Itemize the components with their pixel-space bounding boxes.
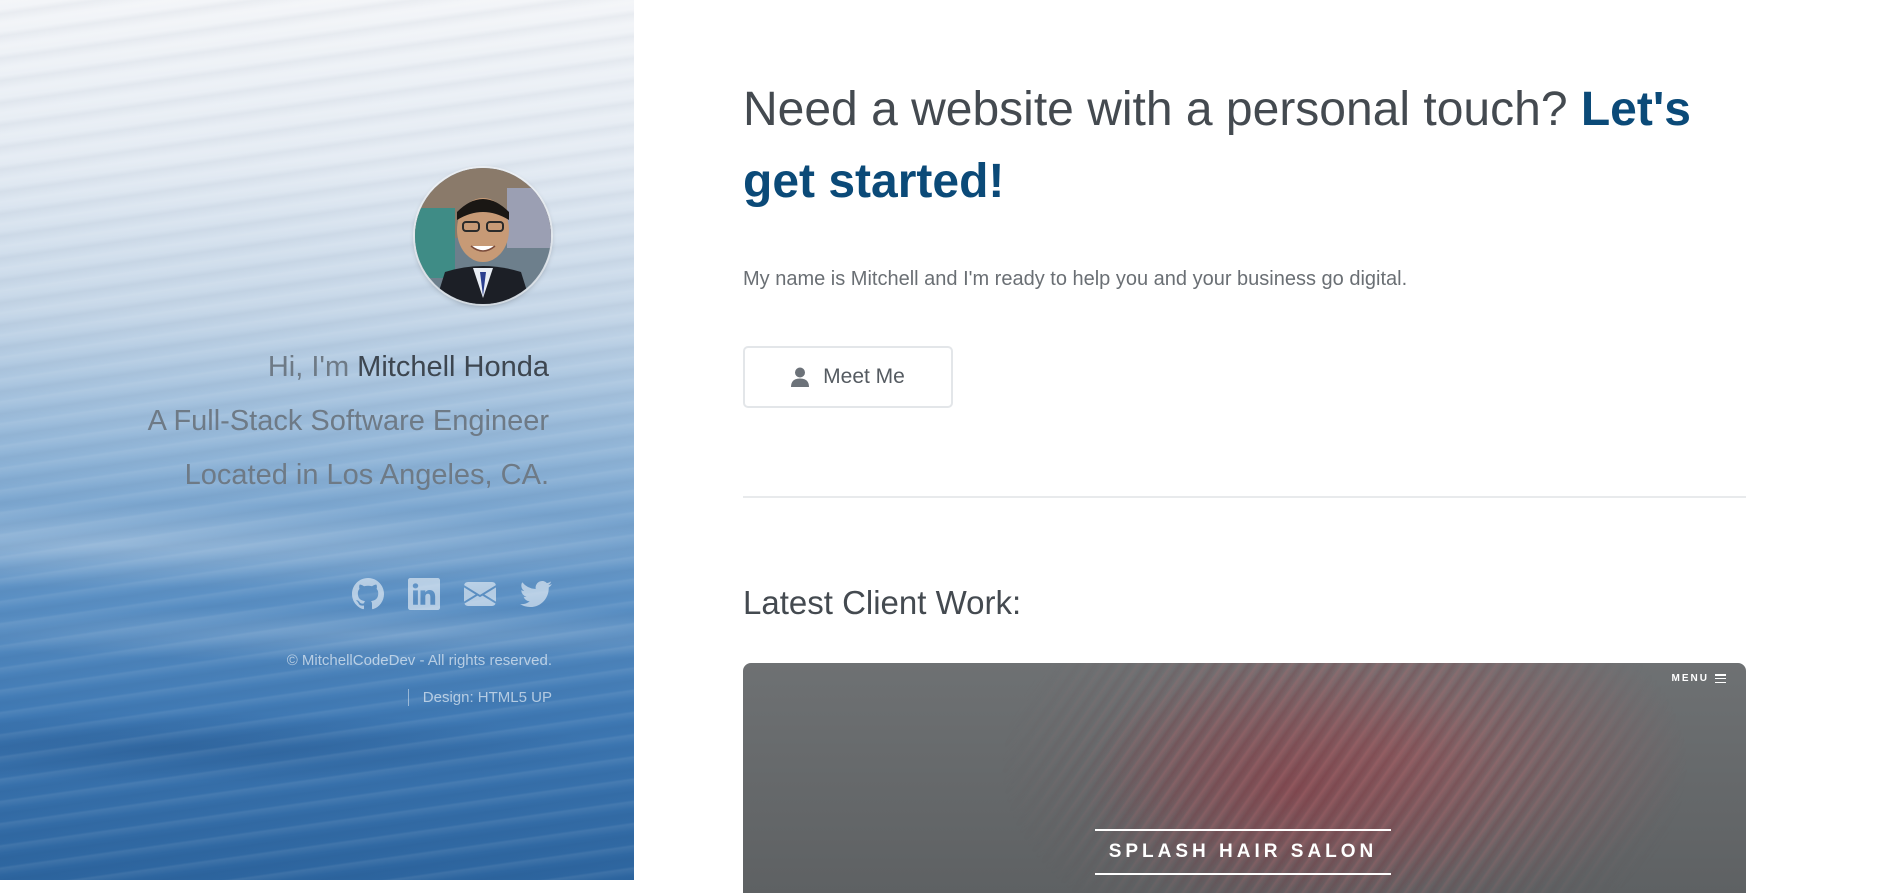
profile-location: Located in Los Angeles, CA. xyxy=(184,459,549,491)
page-headline: Need a website with a personal touch? Le… xyxy=(743,74,1746,218)
greeting-prefix: Hi, I'm xyxy=(267,351,350,383)
linkedin-icon[interactable] xyxy=(408,578,440,610)
social-links xyxy=(352,578,552,610)
headline-text: Need a website with a personal touch? xyxy=(743,83,1568,136)
profile-name: Mitchell Honda xyxy=(357,351,549,383)
preview-menu-label: MENU xyxy=(1671,673,1709,684)
intro-paragraph: My name is Mitchell and I'm ready to hel… xyxy=(743,268,1408,290)
hamburger-icon xyxy=(1715,674,1726,683)
email-icon[interactable] xyxy=(464,578,496,610)
meet-me-button[interactable]: Meet Me xyxy=(743,346,953,408)
avatar xyxy=(415,168,551,304)
profile-title: A Full-Stack Software Engineer xyxy=(147,405,549,437)
latest-work-heading: Latest Client Work: xyxy=(743,584,1022,621)
section-divider xyxy=(743,496,1746,498)
main-content: Need a website with a personal touch? Le… xyxy=(743,0,1746,893)
sidebar: Hi, I'm Mitchell Honda A Full-Stack Soft… xyxy=(0,0,634,880)
client-name: SPLASH HAIR SALON xyxy=(1108,841,1378,862)
copyright-text: © MitchellCodeDev - All rights reserved. xyxy=(286,652,552,669)
twitter-icon[interactable] xyxy=(520,578,552,610)
client-work-preview[interactable]: MENU SPLASH HAIR SALON xyxy=(743,663,1746,893)
user-icon xyxy=(791,367,810,387)
preview-menu: MENU xyxy=(1672,673,1726,684)
github-icon[interactable] xyxy=(352,578,384,610)
meet-me-label: Meet Me xyxy=(823,365,905,388)
greeting-line: Hi, I'm Mitchell Honda xyxy=(9,340,549,394)
client-name-banner: SPLASH HAIR SALON xyxy=(1095,829,1391,875)
design-credit-link[interactable]: Design: HTML5 UP xyxy=(407,689,552,706)
footer-credits: © MitchellCodeDev - All rights reserved.… xyxy=(287,642,552,716)
intro-text: Hi, I'm Mitchell Honda A Full-Stack Soft… xyxy=(9,340,549,502)
